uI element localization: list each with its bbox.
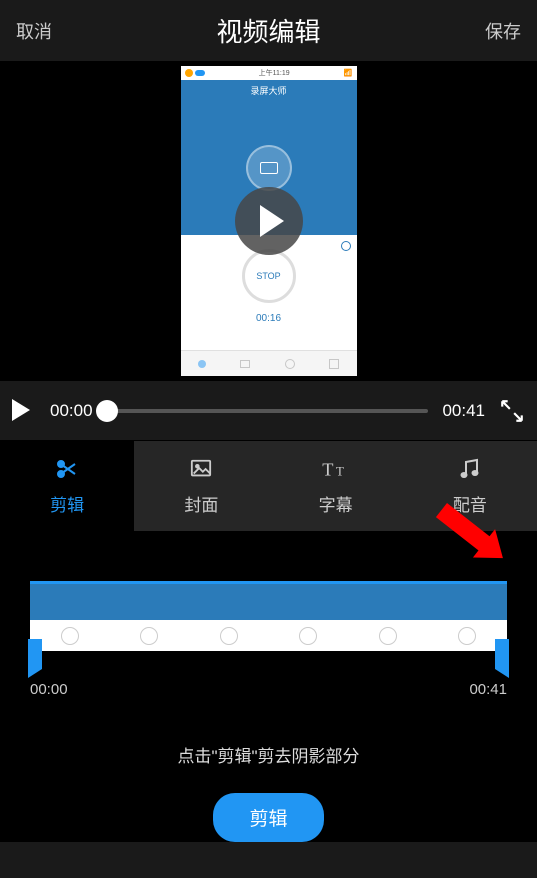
status-time: 上午11:19 [259,68,290,78]
timeline-editor: 00:00 00:41 点击"剪辑"剪去阴影部分 剪辑 [0,531,537,842]
phone-status-bar: 上午11:19 📶 [181,66,357,80]
scissors-icon [53,457,81,481]
time-display: 00:16 [256,313,281,324]
page-title: 视频编辑 [216,12,320,49]
video-preview[interactable]: 上午11:19 📶 录屏大师 STOP 00:16 [0,61,537,381]
text-icon: T T [322,457,350,481]
tab-subtitle[interactable]: T T 字幕 [269,441,403,531]
svg-text:T: T [322,459,333,479]
app-header: 录屏大师 [181,80,357,100]
current-time: 00:00 [50,401,93,421]
play-icon [260,205,284,237]
trim-action-button[interactable]: 剪辑 [213,793,323,842]
seek-slider[interactable] [107,409,429,413]
phone-nav [181,350,357,376]
tab-edit[interactable]: 剪辑 [0,441,134,531]
save-button[interactable]: 保存 [485,18,521,44]
tab-label: 剪辑 [50,491,84,516]
header: 取消 视频编辑 保存 [0,0,537,61]
tab-label: 字幕 [319,491,353,516]
cancel-button[interactable]: 取消 [16,18,52,44]
total-time: 00:41 [442,401,485,421]
hint-text: 点击"剪辑"剪去阴影部分 [30,742,507,767]
stop-circle: STOP [242,249,296,303]
timeline-times: 00:00 00:41 [30,651,507,698]
trim-handle-end[interactable] [495,639,509,669]
play-overlay-button[interactable] [235,187,303,255]
timeline-start: 00:00 [30,681,68,698]
record-circle [246,145,292,191]
timeline-strip[interactable] [30,581,507,651]
timeline-end: 00:41 [469,681,507,698]
playback-controls: 00:00 00:41 [0,381,537,441]
seek-thumb[interactable] [96,400,118,422]
tab-voice[interactable]: 配音 [403,441,537,531]
fullscreen-button[interactable] [499,398,525,424]
music-icon [456,457,484,481]
play-button[interactable] [12,399,36,423]
svg-text:T: T [336,464,344,478]
tab-label: 封面 [184,491,218,516]
expand-icon [499,398,525,424]
image-icon [187,457,215,481]
tab-cover[interactable]: 封面 [134,441,268,531]
play-icon [12,399,30,421]
trim-handle-start[interactable] [28,639,42,669]
